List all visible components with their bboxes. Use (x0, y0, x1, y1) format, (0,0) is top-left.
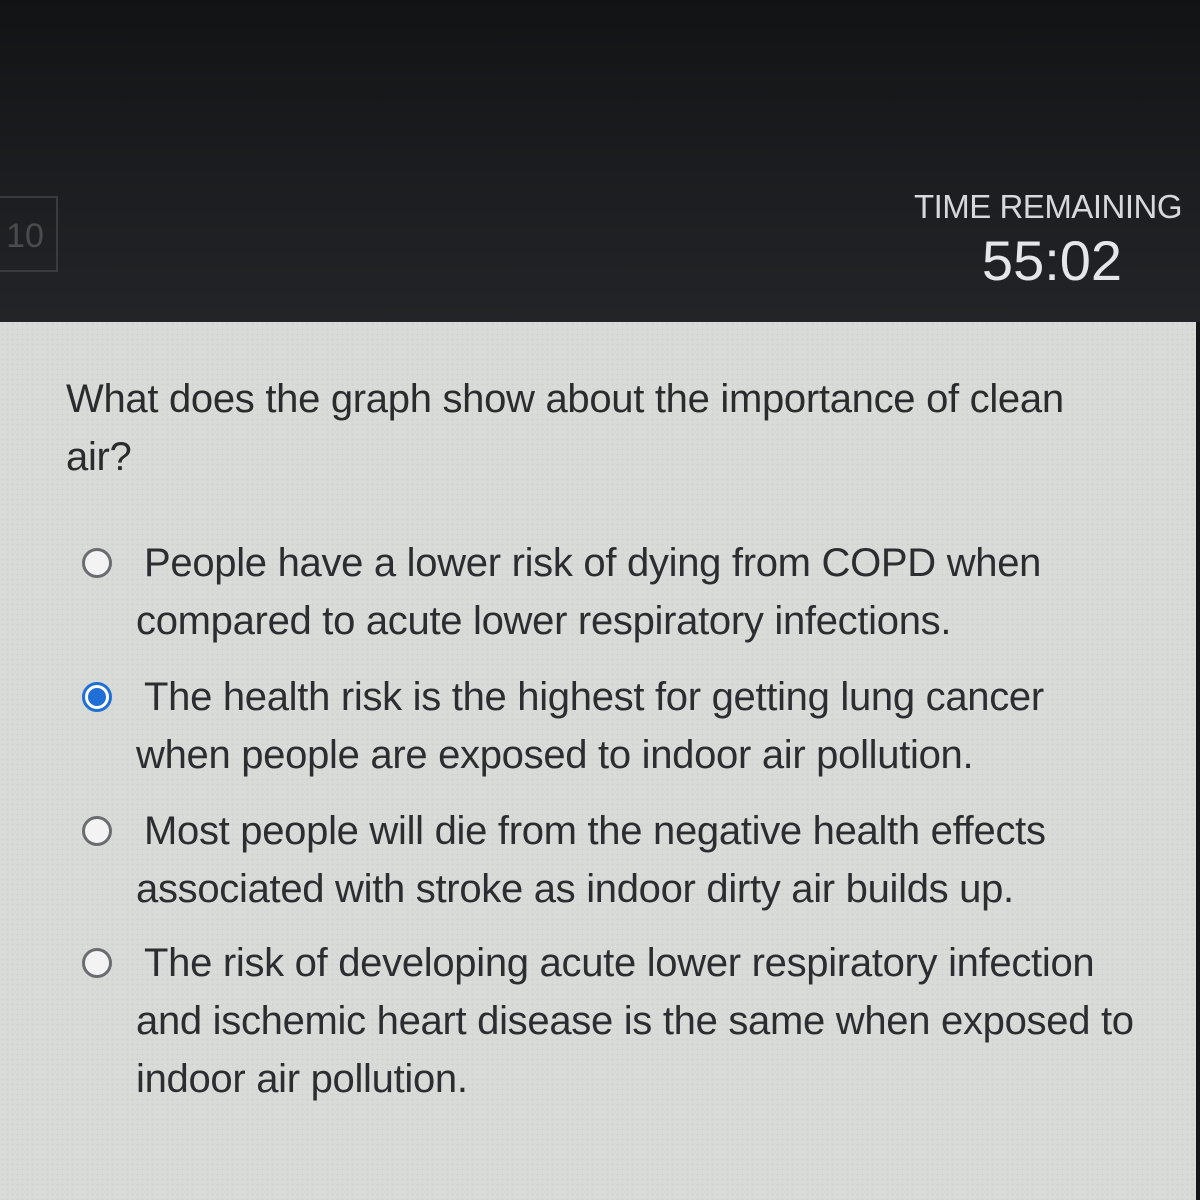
timer-label: TIME REMAINING (913, 188, 1183, 225)
answer-option-text: The health risk is the highest for getti… (136, 675, 1044, 777)
answer-option-text: The risk of developing acute lower respi… (136, 941, 1134, 1101)
answer-options: People have a lower risk of dying from C… (80, 534, 1140, 1126)
top-bar: 10 TIME REMAINING 55:02 (0, 0, 1200, 322)
answer-option-2[interactable]: The health risk is the highest for getti… (80, 668, 1140, 784)
answer-option-3[interactable]: Most people will die from the negative h… (80, 802, 1140, 918)
answer-option-1[interactable]: People have a lower risk of dying from C… (80, 534, 1140, 650)
radio-button-3[interactable] (82, 816, 112, 846)
timer: TIME REMAINING 55:02 (882, 188, 1183, 293)
radio-button-1[interactable] (82, 548, 112, 578)
answer-option-text: People have a lower risk of dying from C… (136, 541, 1042, 643)
question-number-badge: 10 (0, 196, 58, 272)
radio-button-4[interactable] (82, 948, 112, 978)
answer-option-4[interactable]: The risk of developing acute lower respi… (80, 934, 1140, 1108)
timer-value: 55:02 (981, 229, 1123, 292)
answer-option-text: Most people will die from the negative h… (136, 809, 1046, 911)
radio-button-2-selected[interactable] (82, 682, 112, 712)
question-text: What does the graph show about the impor… (66, 377, 1064, 479)
question-panel: What does the graph show about the impor… (0, 322, 1196, 1200)
